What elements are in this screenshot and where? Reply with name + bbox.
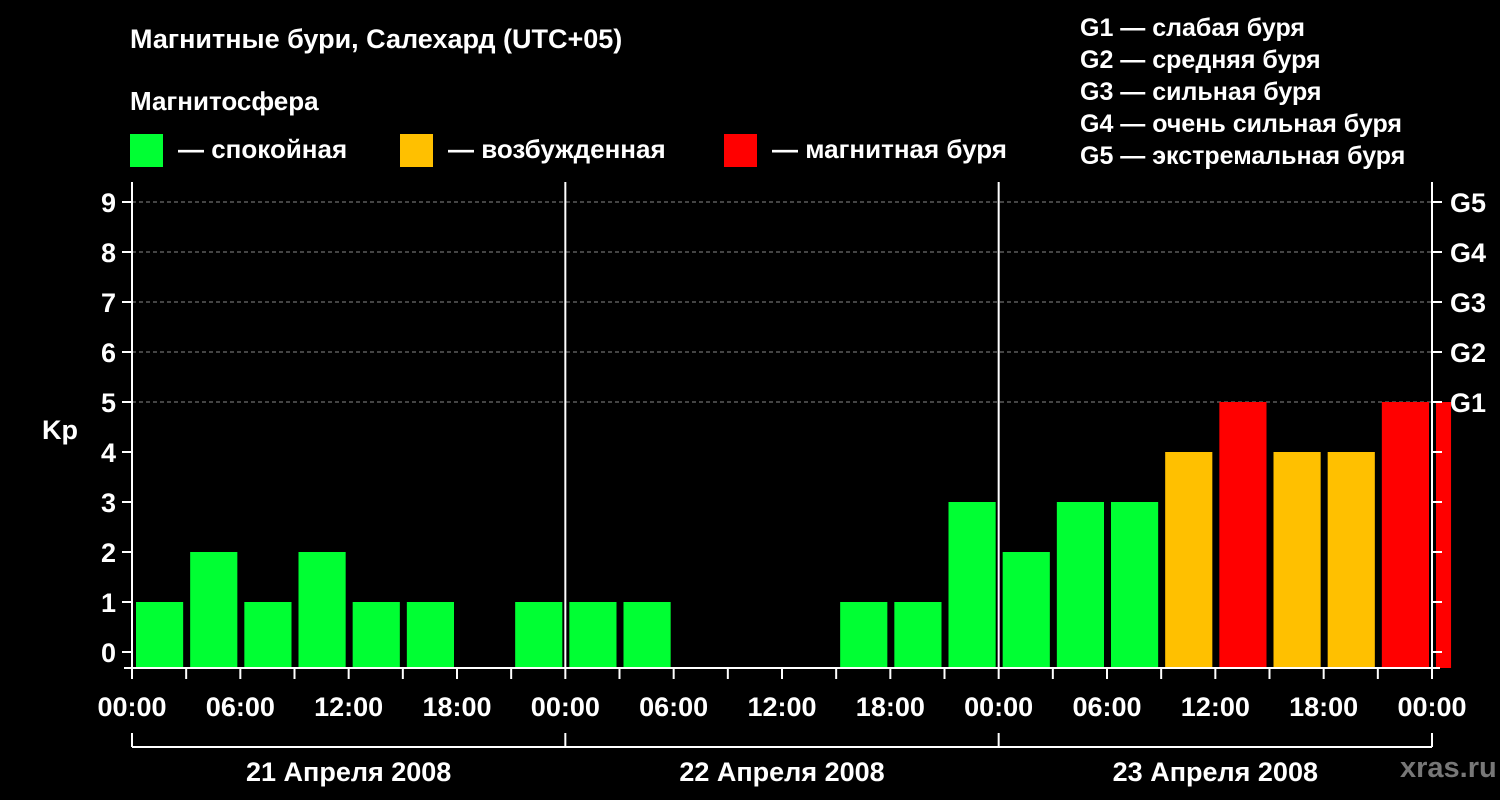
kp-bar	[894, 602, 942, 668]
g-level-label: G4	[1450, 238, 1486, 268]
y-tick-label: 7	[101, 288, 116, 318]
x-tick-label: 06:00	[206, 692, 275, 722]
kp-bar	[840, 602, 888, 668]
kp-bar-chart: 0 1 2 3 4 5 6 7 8 9 G1 G2 G3 G4 G5 Kp 00:00 06:00 12:00 18:…	[42, 182, 1486, 787]
kp-bar	[1381, 402, 1429, 668]
kp-bar	[136, 602, 184, 668]
x-tick-label: 18:00	[422, 692, 491, 722]
y-tick-label: 0	[101, 638, 116, 668]
g-level-label: G2	[1450, 338, 1486, 368]
y-tick-label: 6	[101, 338, 116, 368]
date-label: 23 Апреля 2008	[1113, 757, 1318, 787]
kp-bar	[244, 602, 292, 668]
x-tick-label: 06:00	[1072, 692, 1141, 722]
kp-bar	[623, 602, 671, 668]
x-tick-label: 18:00	[856, 692, 925, 722]
kp-bar	[1219, 402, 1267, 668]
x-tick-label: 00:00	[531, 692, 600, 722]
x-tick-label: 12:00	[747, 692, 816, 722]
y-tick-label: 1	[101, 588, 116, 618]
x-tick-label: 00:00	[964, 692, 1033, 722]
x-tick-label: 00:00	[1397, 692, 1466, 722]
y-axis-label: Kp	[42, 415, 78, 445]
g-level-label: G3	[1450, 288, 1486, 318]
y-tick-label: 4	[101, 438, 116, 468]
y-tick-label: 5	[101, 388, 116, 418]
y-tick-label: 9	[101, 188, 116, 218]
date-label: 22 Апреля 2008	[679, 757, 884, 787]
kp-bar	[1111, 502, 1159, 668]
kp-bar	[1436, 402, 1452, 668]
kp-bar	[1273, 452, 1321, 668]
g-level-label: G5	[1450, 188, 1486, 218]
kp-bar	[1056, 502, 1104, 668]
g-level-label: G1	[1450, 388, 1486, 418]
kp-bar	[1165, 452, 1213, 668]
kp-bar	[1327, 452, 1375, 668]
kp-bar	[948, 502, 996, 668]
x-tick-label: 12:00	[314, 692, 383, 722]
x-tick-label: 18:00	[1289, 692, 1358, 722]
kp-bar	[298, 552, 346, 668]
y-tick-label: 8	[101, 238, 116, 268]
watermark: xras.ru	[1400, 752, 1497, 784]
kp-bar	[515, 602, 563, 668]
kp-bar	[1002, 552, 1050, 668]
y-tick-label: 3	[101, 488, 116, 518]
x-tick-label: 06:00	[639, 692, 708, 722]
x-tick-label: 00:00	[97, 692, 166, 722]
kp-bar	[569, 602, 617, 668]
date-label: 21 Апреля 2008	[246, 757, 451, 787]
kp-bar	[352, 602, 400, 668]
y-tick-label: 2	[101, 538, 116, 568]
x-tick-label: 12:00	[1181, 692, 1250, 722]
kp-bar	[406, 602, 454, 668]
kp-bar	[190, 552, 238, 668]
